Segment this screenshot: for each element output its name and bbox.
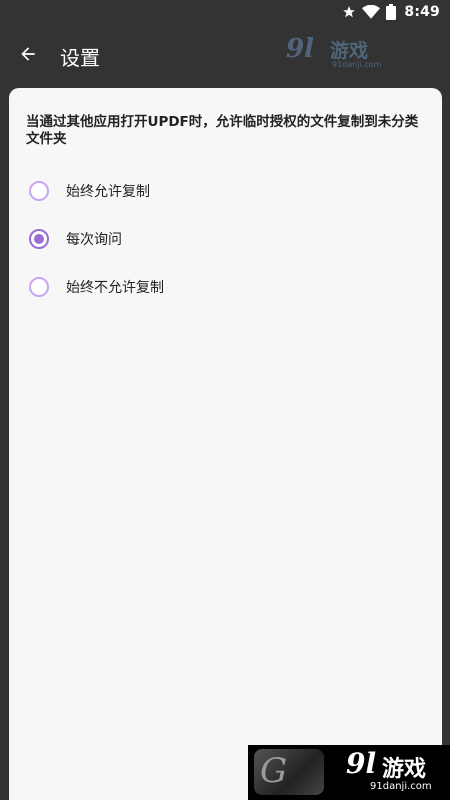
arrow-left-icon bbox=[18, 44, 38, 68]
wifi-icon bbox=[362, 5, 381, 19]
watermark-domain: 91danji.com bbox=[370, 781, 432, 792]
option-label: 始终不允许复制 bbox=[66, 280, 164, 296]
status-time: 8:49 bbox=[404, 4, 440, 20]
option-always-allow[interactable]: 始终允许复制 bbox=[29, 171, 409, 211]
back-button[interactable] bbox=[0, 28, 56, 84]
settings-card: 当通过其他应用打开UPDF时，允许临时授权的文件复制到未分类文件夹 始终允许复制… bbox=[9, 88, 442, 800]
radio-button-selected[interactable] bbox=[29, 229, 49, 249]
watermark-number: 9l bbox=[346, 747, 377, 780]
option-label: 每次询问 bbox=[66, 232, 122, 248]
watermark-number: 9l bbox=[286, 34, 314, 64]
watermark-ghost-logo: G bbox=[254, 749, 324, 795]
status-bar: 8:49 bbox=[0, 0, 450, 24]
watermark-domain: 91danji.com bbox=[332, 60, 382, 69]
star-icon bbox=[342, 5, 356, 19]
radio-button[interactable] bbox=[29, 181, 49, 201]
page-title: 设置 bbox=[60, 45, 100, 70]
option-label: 始终允许复制 bbox=[66, 184, 150, 200]
option-never-allow[interactable]: 始终不允许复制 bbox=[29, 267, 409, 307]
battery-icon bbox=[386, 4, 397, 20]
watermark-text: 游戏 bbox=[330, 40, 369, 62]
app-bar: 设置 bbox=[0, 24, 450, 88]
setting-question: 当通过其他应用打开UPDF时，允许临时授权的文件复制到未分类文件夹 bbox=[26, 114, 419, 147]
watermark-logo-bottom: G 9l 游戏 91danji.com bbox=[248, 745, 450, 800]
watermark-text: 游戏 bbox=[382, 757, 427, 782]
radio-button[interactable] bbox=[29, 277, 49, 297]
option-ask-every-time[interactable]: 每次询问 bbox=[29, 219, 409, 259]
watermark-logo-top: 9l 游戏 91danji.com bbox=[286, 34, 382, 72]
